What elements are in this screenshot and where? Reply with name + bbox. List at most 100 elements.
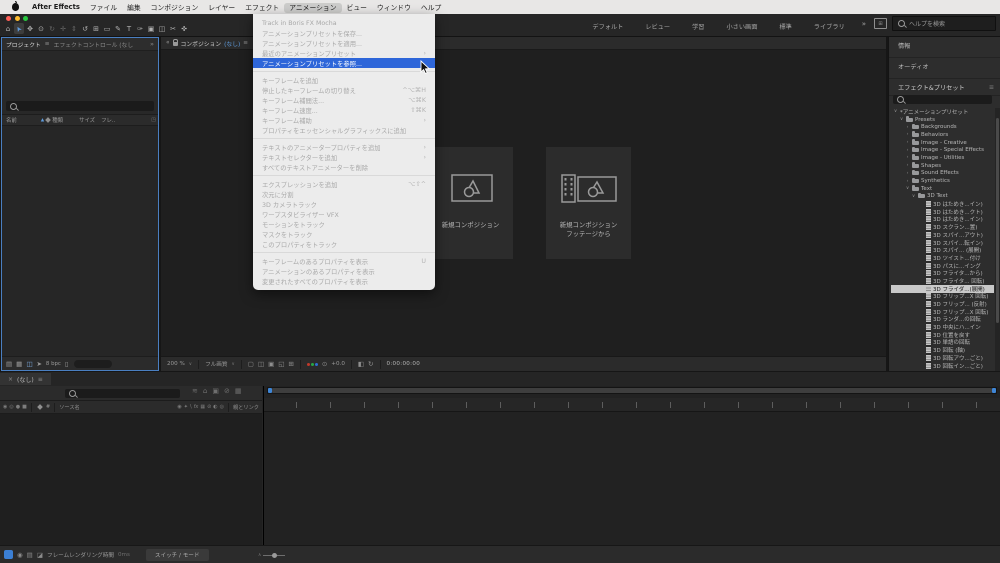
zoom-tool-icon[interactable]: ⊙ <box>36 23 46 34</box>
tree-row[interactable]: ∨ *アニメーションプリセット <box>891 108 994 116</box>
tab-effect-controls[interactable]: エフェクトコントロール (なし <box>54 40 133 49</box>
pan-behind-tool-icon[interactable]: ⊞ <box>91 23 101 34</box>
menubar-item[interactable]: アニメーション <box>284 3 342 13</box>
chevron-down-icon[interactable]: ∨ <box>231 362 234 367</box>
tree-row[interactable]: 3D スパイ...転イン) <box>891 239 994 247</box>
performance-icon[interactable]: ◉ <box>17 551 23 559</box>
project-item-list[interactable] <box>2 126 158 357</box>
snapshot-icon[interactable]: ◧ <box>358 360 364 368</box>
menubar-app-name[interactable]: After Effects <box>27 2 85 12</box>
menu-item[interactable]: このプロパティをトラック <box>253 239 435 249</box>
tree-row[interactable]: › Shapes <box>891 162 994 170</box>
tree-row[interactable]: 3D フライタ... 回転) <box>891 277 994 285</box>
column-size[interactable]: サイズ <box>79 116 95 124</box>
menu-item[interactable]: 3D カメラトラック <box>253 199 435 209</box>
workspace-tab[interactable]: 学習 <box>681 24 715 31</box>
menu-item[interactable]: すべてのテキストアニメーターを削除 <box>253 162 435 172</box>
tree-row[interactable]: 3D ランダ...の回転 <box>891 316 994 323</box>
mask-visibility-icon[interactable]: ▣ <box>268 360 274 368</box>
menubar-item[interactable]: エフェクト <box>240 3 284 13</box>
adjustment-switch-icon[interactable]: ◐ <box>213 404 217 410</box>
quality-switch-icon[interactable]: \ <box>190 404 192 410</box>
close-icon[interactable]: × <box>8 376 13 383</box>
tab-composition[interactable]: コンポジション <box>181 39 222 48</box>
brush-tool-icon[interactable]: ✑ <box>135 23 145 34</box>
project-search-field[interactable] <box>6 101 154 111</box>
channel-select-icon[interactable] <box>306 362 318 366</box>
panel-row[interactable]: 情報 <box>889 37 1000 58</box>
tree-row[interactable]: 3D はためき...イン) <box>891 216 994 223</box>
tree-row[interactable]: › Backgrounds <box>891 123 994 131</box>
chevron-icon[interactable]: ∨ <box>911 194 916 199</box>
tree-row[interactable]: › Synthetics <box>891 177 994 185</box>
panel-menu-icon[interactable]: ≡ <box>38 376 43 383</box>
minimize-window-icon[interactable] <box>14 16 20 21</box>
chevron-down-icon[interactable]: ∨ <box>189 362 192 367</box>
menu-item[interactable]: キーフレーム補間法... ⌥⌘K <box>253 95 435 105</box>
tree-row[interactable]: 3D スクラン...置) <box>891 223 994 231</box>
close-window-icon[interactable] <box>6 16 11 21</box>
tree-row[interactable]: 3D 単語の回転 <box>891 339 994 346</box>
column-source-name[interactable]: ソース名 <box>59 404 80 411</box>
trash-icon[interactable]: ▯ <box>65 360 69 368</box>
dolly-camera-tool-icon[interactable]: ⇕ <box>69 23 79 34</box>
mini-flowchart-icon[interactable]: ≋ <box>192 387 198 395</box>
workspace-switcher-icon[interactable]: ⊞ <box>874 18 887 29</box>
time-navigator[interactable] <box>267 387 997 394</box>
column-number[interactable]: # <box>46 404 50 410</box>
menu-item[interactable]: テキストセレクターを追加 › <box>253 152 435 162</box>
tree-row[interactable]: › Image - Creative <box>891 139 994 147</box>
eraser-tool-icon[interactable]: ◫ <box>157 23 167 34</box>
menu-item[interactable]: キーフレーム速度... ⇧⌘K <box>253 105 435 115</box>
menu-item[interactable]: 次元に分割 <box>253 189 435 199</box>
workspace-tab[interactable]: レビュー <box>634 24 681 31</box>
color-depth-label[interactable]: 8 bpc <box>46 361 61 367</box>
navigator-end-handle[interactable] <box>992 388 996 393</box>
new-folder-icon[interactable]: ▦ <box>16 360 22 368</box>
menu-item[interactable] <box>253 138 435 139</box>
navigator-bar[interactable] <box>272 388 992 393</box>
menu-item[interactable]: アニメーションプリセットを参照... <box>253 58 435 68</box>
menu-item[interactable]: Track in Boris FX Mocha <box>253 18 435 28</box>
tree-row[interactable]: 3D フリップ...X 回転) <box>891 308 994 316</box>
chevron-icon[interactable]: › <box>905 179 910 184</box>
orbit-camera-tool-icon[interactable]: ↻ <box>47 23 57 34</box>
timeline-search-field[interactable] <box>65 388 180 398</box>
chevron-icon[interactable]: ∨ <box>899 117 904 122</box>
column-type[interactable]: 種類 <box>52 116 63 124</box>
adjust-icon[interactable]: ➤ <box>36 360 41 368</box>
menu-item[interactable]: モーションをトラック <box>253 219 435 229</box>
panel-menu-icon[interactable]: ≡ <box>45 41 50 47</box>
fx-switch-icon[interactable]: fx <box>194 404 199 410</box>
tree-row[interactable]: 3D ツイスト...付け <box>891 254 994 262</box>
motion-blur-icon[interactable]: ▦ <box>235 387 242 395</box>
tab-project[interactable]: プロジェクト <box>6 40 41 49</box>
tree-row[interactable]: 3D フリップ...X 回転) <box>891 293 994 300</box>
menubar-item[interactable]: ファイル <box>85 3 122 13</box>
timecode-display[interactable]: 0:00:00:00 <box>387 361 421 367</box>
grid-guides-icon[interactable]: ◱ <box>278 360 284 368</box>
menu-item[interactable]: アニメーションのあるプロパティを表示 <box>253 266 435 276</box>
switches-modes-button[interactable]: スイッチ / モード <box>145 548 209 561</box>
resolution-select[interactable]: フル画質 <box>205 360 227 368</box>
chevron-icon[interactable]: › <box>905 125 910 130</box>
menu-item[interactable]: アニメーションプリセットを適用... <box>253 38 435 48</box>
tree-row[interactable]: 3D フライダ...(展開) <box>891 284 994 293</box>
chevron-icon[interactable]: › <box>905 148 910 153</box>
menu-item[interactable]: テキストのアニメータープロパティを追加 › <box>253 142 435 152</box>
zoom-level-select[interactable]: 200 % <box>167 361 185 367</box>
tree-row[interactable]: › Image - Utilities <box>891 154 994 162</box>
frame-blend-icon[interactable]: ⊘ <box>224 387 230 395</box>
chevron-icon[interactable]: › <box>905 132 910 137</box>
region-of-interest-icon[interactable]: ▢ <box>248 360 254 368</box>
transparency-grid-icon[interactable]: ◫ <box>258 360 264 368</box>
video-visibility-icon[interactable]: ◉ <box>3 404 7 410</box>
menubar-item[interactable]: ヘルプ <box>416 3 446 13</box>
tree-row[interactable]: ∨ Text <box>891 185 994 193</box>
menubar-item[interactable]: コンポジション <box>146 3 204 13</box>
chevron-icon[interactable]: › <box>905 163 910 168</box>
tree-row[interactable]: 3D 中央にハ...イン <box>891 323 994 331</box>
panel-row[interactable]: オーディオ <box>889 58 1000 79</box>
workspace-tab[interactable]: 小さい画面 <box>715 24 768 31</box>
menu-item[interactable]: キーフレーム補助 › <box>253 115 435 125</box>
